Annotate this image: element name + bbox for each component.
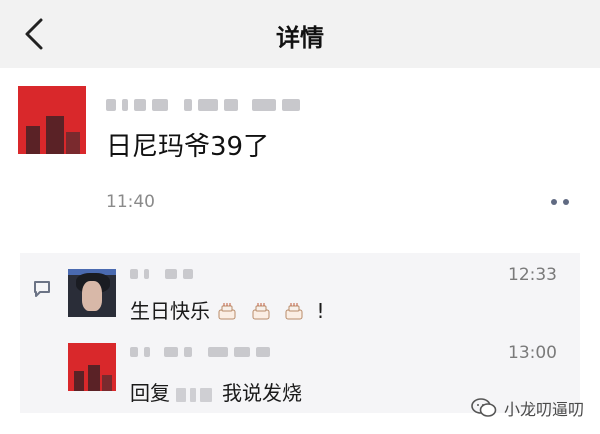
reply-prefix: 回复 (130, 381, 170, 405)
cake-icon (252, 303, 270, 320)
comment-text: 回复 我说发烧 (130, 377, 302, 407)
comment-timestamp: 13:00 (508, 343, 557, 363)
more-dots-icon (551, 199, 557, 205)
top-nav-bar: 详情 (0, 0, 600, 68)
post-text: 日尼玛爷39了 (106, 132, 270, 162)
page-title: 详情 (276, 24, 324, 52)
comment-icon (34, 281, 50, 297)
watermark-text: 小龙叨逼叨 (504, 400, 585, 419)
moment-post: 日尼玛爷39了 11:40 (0, 68, 600, 253)
commenter-name-blurred[interactable] (130, 267, 193, 281)
comment-timestamp: 12:33 (508, 265, 557, 285)
commenter-name-blurred[interactable] (130, 345, 270, 359)
cake-icon (285, 303, 303, 320)
comment-suffix: ! (316, 299, 325, 323)
comment-text: 生日快乐 ! (130, 295, 324, 324)
more-actions-button[interactable] (540, 190, 580, 214)
commenter-avatar[interactable] (68, 269, 116, 317)
post-author-name-blurred[interactable] (106, 96, 300, 114)
post-author-avatar[interactable] (18, 86, 86, 154)
wechat-logo-icon (471, 398, 497, 417)
post-timestamp: 11:40 (106, 192, 155, 212)
cake-icon (218, 303, 236, 320)
source-watermark: 小龙叨逼叨 (470, 394, 584, 422)
comments-section: 12:33 生日快乐 ! 13:00 回复 我说发烧 (20, 253, 580, 413)
reply-target-name-blurred[interactable] (176, 383, 216, 407)
comment-body: 我说发烧 (222, 381, 302, 405)
comment-body: 生日快乐 (130, 299, 210, 323)
commenter-avatar[interactable] (68, 343, 116, 391)
